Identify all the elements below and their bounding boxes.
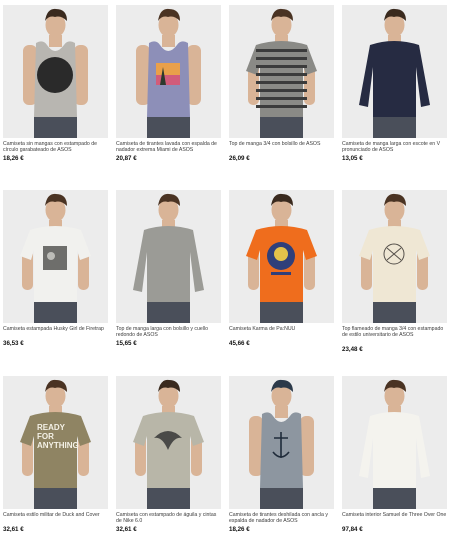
product-title-link[interactable]: Top de manga larga con bolsillo y cuello…: [116, 326, 221, 339]
product-title-link[interactable]: Camiseta interior Samuel de Three Over O…: [342, 512, 447, 525]
product-card[interactable]: Camiseta de tirantes deshilada con ancla…: [229, 376, 334, 533]
product-title-link[interactable]: Camiseta Karma de Pa:NUU: [229, 326, 334, 339]
tshirt-icon: [116, 376, 221, 509]
product-price: 45,66 €: [229, 340, 250, 347]
product-title-link[interactable]: Camiseta sin mangas con estampado de cír…: [3, 141, 108, 154]
product-image[interactable]: [116, 190, 221, 323]
print-line: READY: [37, 423, 66, 432]
product-image[interactable]: [116, 5, 221, 138]
product-price: 32,61 €: [3, 526, 24, 533]
product-price: 97,84 €: [342, 526, 363, 533]
product-price: 15,65 €: [116, 340, 137, 347]
product-price: 18,26 €: [3, 155, 24, 162]
product-card[interactable]: Camiseta de manga larga con escote en V …: [342, 5, 447, 162]
product-image[interactable]: [342, 5, 447, 138]
product-image[interactable]: [229, 376, 334, 509]
product-price: 26,09 €: [229, 155, 250, 162]
tshirt-icon: [3, 190, 108, 323]
tank-top-icon: [229, 376, 334, 509]
long-sleeve-icon: [116, 190, 221, 323]
long-sleeve-icon: [342, 5, 447, 138]
product-title-link[interactable]: Top de manga 3/4 con bolsillo de ASOS: [229, 141, 334, 154]
product-card[interactable]: Camiseta de tirantes lavada con espalda …: [116, 5, 221, 162]
product-image[interactable]: [342, 376, 447, 509]
product-card[interactable]: Camiseta sin mangas con estampado de cír…: [3, 5, 108, 162]
product-title-link[interactable]: Camiseta con estampado de águila y cinta…: [116, 512, 221, 525]
product-grid: Camiseta sin mangas con estampado de cír…: [0, 0, 455, 535]
tshirt-icon: [229, 190, 334, 323]
print-line: ANYTHING: [37, 441, 79, 450]
product-price: 20,87 €: [116, 155, 137, 162]
print-line: FOR: [37, 432, 54, 441]
tank-top-icon: [3, 5, 108, 138]
product-image[interactable]: [342, 190, 447, 323]
product-image[interactable]: [229, 190, 334, 323]
product-image[interactable]: [3, 5, 108, 138]
product-price: 18,26 €: [229, 526, 250, 533]
product-card[interactable]: Camiseta Karma de Pa:NUU 45,66 €: [229, 190, 334, 347]
product-price: 13,05 €: [342, 155, 363, 162]
long-sleeve-icon: [342, 376, 447, 509]
product-title-link[interactable]: Camiseta de manga larga con escote en V …: [342, 141, 447, 154]
product-title-link[interactable]: Top flameado de manga 3/4 con estampado …: [342, 326, 447, 345]
product-card[interactable]: READY FOR ANYTHING Camiseta estilo milit…: [3, 376, 108, 533]
product-card[interactable]: Camiseta interior Samuel de Three Over O…: [342, 376, 447, 533]
product-price: 32,61 €: [116, 526, 137, 533]
product-title-link[interactable]: Camiseta estampada Husky Girl de Firetra…: [3, 326, 108, 339]
product-title-link[interactable]: Camiseta de tirantes lavada con espalda …: [116, 141, 221, 154]
tshirt-icon: [342, 190, 447, 323]
product-image[interactable]: READY FOR ANYTHING: [3, 376, 108, 509]
product-image[interactable]: [3, 190, 108, 323]
tshirt-icon: [229, 5, 334, 138]
product-card[interactable]: Camiseta estampada Husky Girl de Firetra…: [3, 190, 108, 347]
product-card[interactable]: Top de manga 3/4 con bolsillo de ASOS 26,…: [229, 5, 334, 162]
product-image[interactable]: [116, 376, 221, 509]
tshirt-icon: READY FOR ANYTHING: [3, 376, 108, 509]
product-card[interactable]: Camiseta con estampado de águila y cinta…: [116, 376, 221, 533]
product-image[interactable]: [229, 5, 334, 138]
tank-top-icon: [116, 5, 221, 138]
product-card[interactable]: Top flameado de manga 3/4 con estampado …: [342, 190, 447, 353]
product-price: 36,53 €: [3, 340, 24, 347]
product-title-link[interactable]: Camiseta estilo militar de Duck and Cove…: [3, 512, 108, 525]
product-card[interactable]: Top de manga larga con bolsillo y cuello…: [116, 190, 221, 347]
product-price: 23,48 €: [342, 346, 363, 353]
product-title-link[interactable]: Camiseta de tirantes deshilada con ancla…: [229, 512, 334, 525]
